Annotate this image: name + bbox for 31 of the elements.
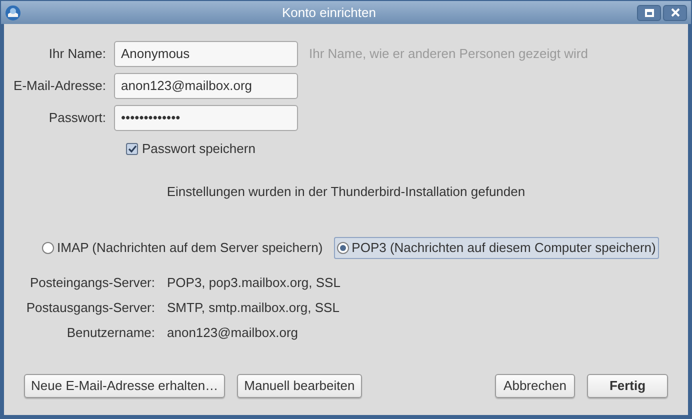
input-field[interactable]: ••••••••••••• (114, 105, 298, 131)
input-field[interactable]: anon123@mailbox.org (114, 73, 298, 99)
dialog-button[interactable]: Abbrechen (495, 374, 575, 398)
status-text: Einstellungen wurden in der Thunderbird-Installation gefunden (166, 182, 526, 201)
hint-text: Ihr Name, wie er anderen Personen gezeigt wird (309, 45, 588, 64)
dialog-button[interactable]: Manuell bearbeiten (237, 374, 362, 398)
dialog-button[interactable]: Neue E-Mail-Adresse erhalten… (24, 374, 226, 398)
info-value: anon123@mailbox.org (167, 324, 298, 342)
radio-icon (336, 242, 349, 254)
info-label: Postausgangs-Server: (25, 298, 156, 317)
radio-icon (42, 242, 54, 254)
radio-option[interactable]: IMAP (Nachrichten auf dem Server speichern) (39, 237, 326, 259)
info-value: POP3, pop3.mailbox.org, SSL (167, 274, 340, 292)
maximize-button[interactable] (637, 4, 661, 20)
maximize-icon (644, 8, 654, 16)
field-label: Ihr Name: (48, 45, 107, 64)
field-label: Passwort: (48, 109, 107, 128)
window-title: Konto einrichten (282, 4, 376, 22)
checkbox-label: Passwort speichern (142, 140, 256, 158)
finish-button[interactable]: Fertig (587, 374, 668, 398)
checkbox[interactable] (126, 142, 138, 155)
app-logo-icon (5, 4, 21, 20)
input-field[interactable]: Anonymous (114, 41, 298, 67)
info-value: SMTP, smtp.mailbox.org, SSL (167, 298, 340, 317)
radio-option[interactable]: POP3 (Nachrichten auf diesem Computer speichern) (334, 237, 659, 259)
close-button[interactable] (663, 4, 687, 20)
field-label: E-Mail-Adresse: (12, 77, 107, 96)
checkmark-icon (128, 144, 136, 153)
close-icon (670, 8, 680, 17)
info-label: Posteingangs-Server: (28, 274, 156, 292)
info-label: Benutzername: (66, 324, 156, 342)
